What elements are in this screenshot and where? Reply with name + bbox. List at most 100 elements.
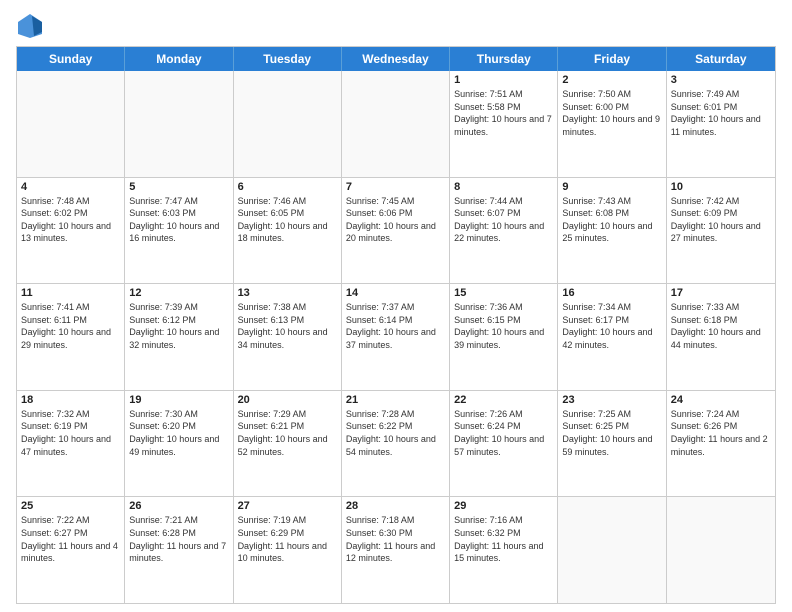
- cal-cell: 20Sunrise: 7:29 AMSunset: 6:21 PMDayligh…: [234, 391, 342, 497]
- day-number: 12: [129, 287, 228, 299]
- day-info: Sunrise: 7:48 AMSunset: 6:02 PMDaylight:…: [21, 195, 120, 245]
- day-info: Sunrise: 7:41 AMSunset: 6:11 PMDaylight:…: [21, 301, 120, 351]
- day-header-tuesday: Tuesday: [234, 47, 342, 71]
- week-row-1: 4 Sunrise: 7:48 AMSunset: 6:02 PMDaylight…: [17, 177, 775, 284]
- cal-cell: 2 Sunrise: 7:50 AMSunset: 6:00 PMDaylight…: [558, 71, 666, 177]
- day-number: 27: [238, 500, 337, 512]
- day-info: Sunrise: 7:38 AMSunset: 6:13 PMDaylight:…: [238, 301, 337, 351]
- day-info: Sunrise: 7:46 AMSunset: 6:05 PMDaylight:…: [238, 195, 337, 245]
- cal-cell: [234, 71, 342, 177]
- day-number: 19: [129, 394, 228, 406]
- cal-cell: 9 Sunrise: 7:43 AMSunset: 6:08 PMDaylight…: [558, 178, 666, 284]
- day-number: 16: [562, 287, 661, 299]
- cal-cell: 15 Sunrise: 7:36 AMSunset: 6:15 PMDayligh…: [450, 284, 558, 390]
- cal-cell: 13Sunrise: 7:38 AMSunset: 6:13 PMDayligh…: [234, 284, 342, 390]
- day-number: 8: [454, 181, 553, 193]
- cal-cell: [342, 71, 450, 177]
- cal-cell: 14 Sunrise: 7:37 AMSunset: 6:14 PMDayligh…: [342, 284, 450, 390]
- cal-cell: 7Sunrise: 7:45 AMSunset: 6:06 PMDaylight…: [342, 178, 450, 284]
- day-number: 18: [21, 394, 120, 406]
- calendar: SundayMondayTuesdayWednesdayThursdayFrid…: [16, 46, 776, 604]
- day-info: Sunrise: 7:28 AMSunset: 6:22 PMDaylight:…: [346, 408, 445, 458]
- day-info: Sunrise: 7:34 AMSunset: 6:17 PMDaylight:…: [562, 301, 661, 351]
- day-info: Sunrise: 7:47 AMSunset: 6:03 PMDaylight:…: [129, 195, 228, 245]
- day-number: 10: [671, 181, 771, 193]
- day-number: 17: [671, 287, 771, 299]
- day-info: Sunrise: 7:26 AMSunset: 6:24 PMDaylight:…: [454, 408, 553, 458]
- day-info: Sunrise: 7:18 AMSunset: 6:30 PMDaylight:…: [346, 514, 445, 564]
- cal-cell: 27 Sunrise: 7:19 AMSunset: 6:29 PMDayligh…: [234, 497, 342, 603]
- cal-cell: [17, 71, 125, 177]
- day-number: 2: [562, 74, 661, 86]
- week-row-0: 1 Sunrise: 7:51 AMSunset: 5:58 PMDaylight…: [17, 71, 775, 177]
- day-info: Sunrise: 7:42 AMSunset: 6:09 PMDaylight:…: [671, 195, 771, 245]
- day-number: 5: [129, 181, 228, 193]
- logo-icon: [16, 12, 44, 40]
- day-info: Sunrise: 7:43 AMSunset: 6:08 PMDaylight:…: [562, 195, 661, 245]
- day-number: 25: [21, 500, 120, 512]
- day-info: Sunrise: 7:49 AMSunset: 6:01 PMDaylight:…: [671, 88, 771, 138]
- day-number: 11: [21, 287, 120, 299]
- logo: [16, 12, 48, 40]
- cal-cell: 18 Sunrise: 7:32 AMSunset: 6:19 PMDayligh…: [17, 391, 125, 497]
- cal-cell: [558, 497, 666, 603]
- cal-cell: 28 Sunrise: 7:18 AMSunset: 6:30 PMDayligh…: [342, 497, 450, 603]
- week-row-4: 25 Sunrise: 7:22 AMSunset: 6:27 PMDayligh…: [17, 496, 775, 603]
- day-number: 3: [671, 74, 771, 86]
- cal-cell: 5 Sunrise: 7:47 AMSunset: 6:03 PMDaylight…: [125, 178, 233, 284]
- cal-cell: 19 Sunrise: 7:30 AMSunset: 6:20 PMDayligh…: [125, 391, 233, 497]
- day-number: 9: [562, 181, 661, 193]
- calendar-body: 1 Sunrise: 7:51 AMSunset: 5:58 PMDaylight…: [17, 71, 775, 603]
- day-number: 22: [454, 394, 553, 406]
- cal-cell: 3 Sunrise: 7:49 AMSunset: 6:01 PMDaylight…: [667, 71, 775, 177]
- day-header-saturday: Saturday: [667, 47, 775, 71]
- day-info: Sunrise: 7:25 AMSunset: 6:25 PMDaylight:…: [562, 408, 661, 458]
- day-number: 1: [454, 74, 553, 86]
- cal-cell: [667, 497, 775, 603]
- cal-cell: 8 Sunrise: 7:44 AMSunset: 6:07 PMDaylight…: [450, 178, 558, 284]
- week-row-2: 11 Sunrise: 7:41 AMSunset: 6:11 PMDayligh…: [17, 283, 775, 390]
- day-info: Sunrise: 7:36 AMSunset: 6:15 PMDaylight:…: [454, 301, 553, 351]
- day-info: Sunrise: 7:44 AMSunset: 6:07 PMDaylight:…: [454, 195, 553, 245]
- day-number: 21: [346, 394, 445, 406]
- day-number: 6: [238, 181, 337, 193]
- calendar-header: SundayMondayTuesdayWednesdayThursdayFrid…: [17, 47, 775, 71]
- cal-cell: 29Sunrise: 7:16 AMSunset: 6:32 PMDayligh…: [450, 497, 558, 603]
- day-info: Sunrise: 7:21 AMSunset: 6:28 PMDaylight:…: [129, 514, 228, 564]
- day-number: 15: [454, 287, 553, 299]
- day-info: Sunrise: 7:19 AMSunset: 6:29 PMDaylight:…: [238, 514, 337, 564]
- cal-cell: 12 Sunrise: 7:39 AMSunset: 6:12 PMDayligh…: [125, 284, 233, 390]
- day-info: Sunrise: 7:39 AMSunset: 6:12 PMDaylight:…: [129, 301, 228, 351]
- day-header-sunday: Sunday: [17, 47, 125, 71]
- day-number: 26: [129, 500, 228, 512]
- day-info: Sunrise: 7:45 AMSunset: 6:06 PMDaylight:…: [346, 195, 445, 245]
- cal-cell: 6 Sunrise: 7:46 AMSunset: 6:05 PMDaylight…: [234, 178, 342, 284]
- day-info: Sunrise: 7:29 AMSunset: 6:21 PMDaylight:…: [238, 408, 337, 458]
- day-info: Sunrise: 7:30 AMSunset: 6:20 PMDaylight:…: [129, 408, 228, 458]
- day-info: Sunrise: 7:50 AMSunset: 6:00 PMDaylight:…: [562, 88, 661, 138]
- cal-cell: 24 Sunrise: 7:24 AMSunset: 6:26 PMDayligh…: [667, 391, 775, 497]
- cal-cell: 10 Sunrise: 7:42 AMSunset: 6:09 PMDayligh…: [667, 178, 775, 284]
- day-info: Sunrise: 7:33 AMSunset: 6:18 PMDaylight:…: [671, 301, 771, 351]
- day-number: 23: [562, 394, 661, 406]
- day-info: Sunrise: 7:16 AMSunset: 6:32 PMDaylight:…: [454, 514, 553, 564]
- day-info: Sunrise: 7:51 AMSunset: 5:58 PMDaylight:…: [454, 88, 553, 138]
- day-info: Sunrise: 7:32 AMSunset: 6:19 PMDaylight:…: [21, 408, 120, 458]
- cal-cell: [125, 71, 233, 177]
- day-number: 14: [346, 287, 445, 299]
- day-number: 4: [21, 181, 120, 193]
- cal-cell: 26 Sunrise: 7:21 AMSunset: 6:28 PMDayligh…: [125, 497, 233, 603]
- day-number: 24: [671, 394, 771, 406]
- header: [16, 12, 776, 40]
- cal-cell: 4 Sunrise: 7:48 AMSunset: 6:02 PMDaylight…: [17, 178, 125, 284]
- day-info: Sunrise: 7:24 AMSunset: 6:26 PMDaylight:…: [671, 408, 771, 458]
- cal-cell: 21 Sunrise: 7:28 AMSunset: 6:22 PMDayligh…: [342, 391, 450, 497]
- cal-cell: 22 Sunrise: 7:26 AMSunset: 6:24 PMDayligh…: [450, 391, 558, 497]
- cal-cell: 1 Sunrise: 7:51 AMSunset: 5:58 PMDaylight…: [450, 71, 558, 177]
- cal-cell: 16 Sunrise: 7:34 AMSunset: 6:17 PMDayligh…: [558, 284, 666, 390]
- day-header-friday: Friday: [558, 47, 666, 71]
- day-info: Sunrise: 7:37 AMSunset: 6:14 PMDaylight:…: [346, 301, 445, 351]
- day-header-monday: Monday: [125, 47, 233, 71]
- day-number: 28: [346, 500, 445, 512]
- day-info: Sunrise: 7:22 AMSunset: 6:27 PMDaylight:…: [21, 514, 120, 564]
